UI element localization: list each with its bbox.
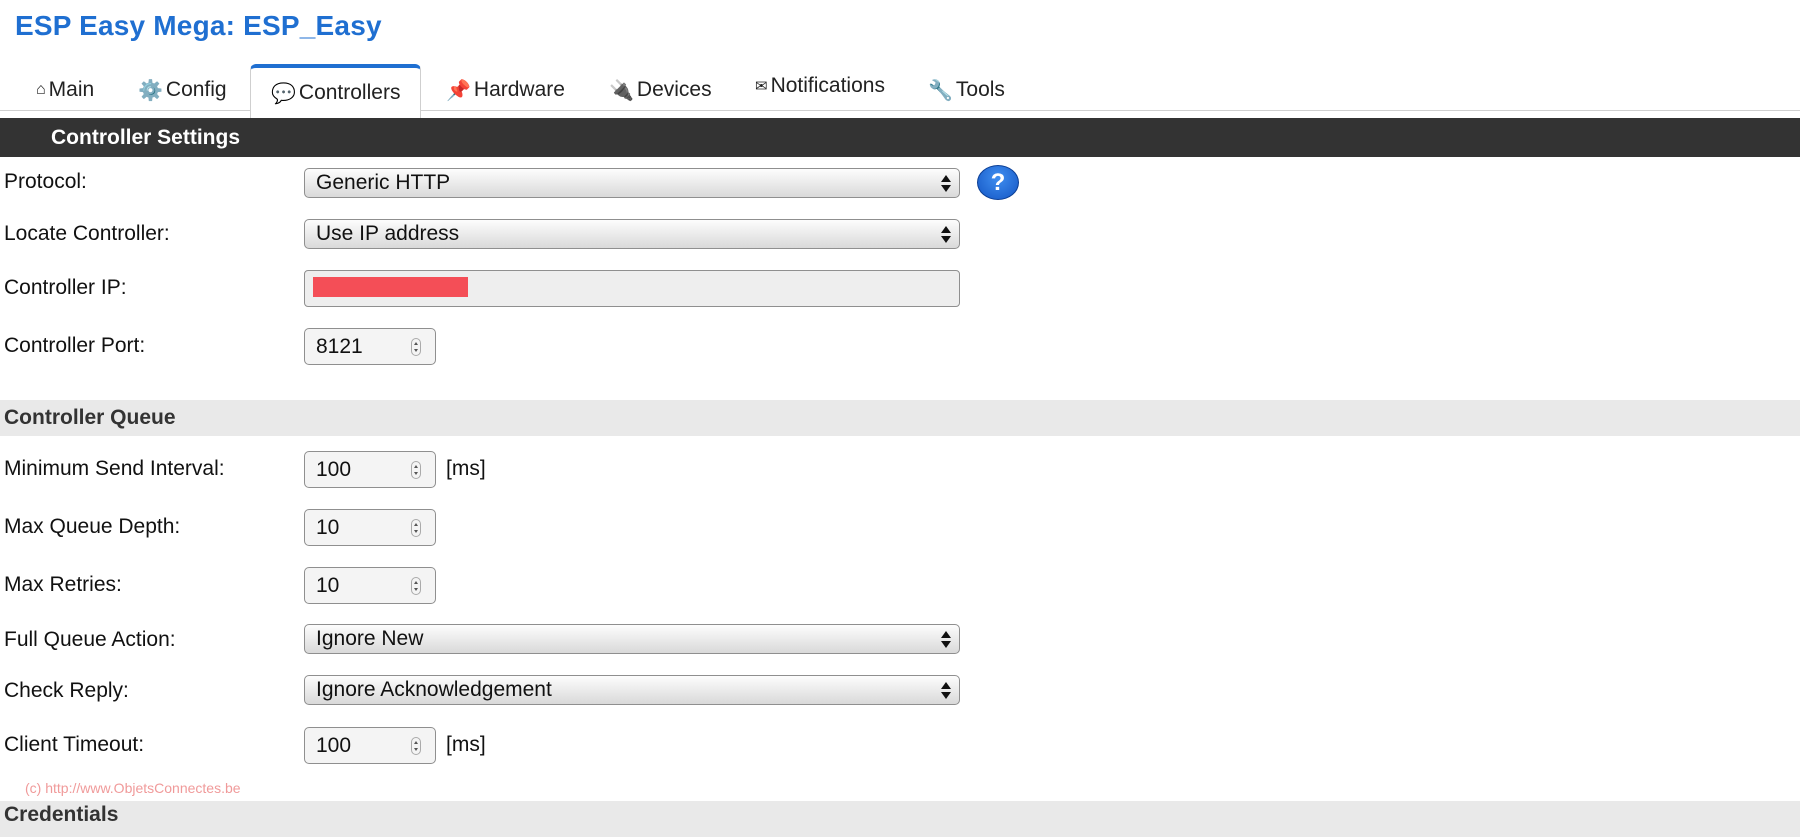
help-button[interactable]: ?	[977, 165, 1019, 200]
watermark: (c) http://www.ObjetsConnectes.be	[25, 780, 241, 796]
client-timeout-input[interactable]: 100	[304, 727, 436, 764]
max-retries-value: 10	[316, 574, 340, 597]
locate-controller-label: Locate Controller:	[4, 222, 170, 245]
tab-hardware[interactable]: 📌 Hardware	[446, 74, 565, 106]
check-reply-label: Check Reply:	[4, 679, 129, 702]
speech-bubble-icon: 💬	[271, 82, 296, 105]
tab-tools[interactable]: 🔧 Tools	[928, 74, 1005, 106]
locate-controller-value: Use IP address	[316, 222, 460, 245]
spinner-icon[interactable]	[411, 338, 421, 356]
protocol-label: Protocol:	[4, 170, 87, 193]
spinner-icon[interactable]	[411, 519, 421, 537]
tab-hardware-label: Hardware	[473, 78, 565, 101]
tab-main[interactable]: ⌂ Main	[36, 74, 94, 106]
tab-notifications[interactable]: ✉ Notifications	[755, 70, 885, 102]
tab-tools-label: Tools	[955, 78, 1005, 101]
plug-icon: 🔌	[609, 79, 634, 102]
max-queue-depth-value: 10	[316, 516, 340, 539]
client-timeout-value: 100	[316, 734, 352, 757]
controller-port-input[interactable]: 8121	[304, 328, 436, 365]
gear-icon: ⚙️	[138, 79, 163, 102]
check-reply-value: Ignore Acknowledgement	[316, 678, 552, 701]
max-retries-input[interactable]: 10	[304, 567, 436, 604]
controller-ip-label: Controller IP:	[4, 276, 127, 299]
main-tab-bar: ⌂ Main ⚙️ Config 💬 Controllers 📌 Hardwar…	[0, 62, 1800, 118]
tab-config-label: Config	[165, 78, 227, 101]
max-queue-depth-label: Max Queue Depth:	[4, 515, 181, 538]
min-send-interval-label: Minimum Send Interval:	[4, 457, 225, 480]
home-icon: ⌂	[36, 81, 46, 98]
redacted-ip-value	[313, 277, 468, 297]
protocol-select[interactable]: Generic HTTP	[304, 168, 960, 198]
select-arrows-icon	[941, 679, 951, 701]
tab-controllers-label: Controllers	[298, 81, 401, 104]
spinner-icon[interactable]	[411, 461, 421, 479]
controller-ip-field[interactable]	[304, 270, 960, 307]
page-title: ESP Easy Mega: ESP_Easy	[15, 10, 382, 41]
select-arrows-icon	[941, 628, 951, 650]
full-queue-action-label: Full Queue Action:	[4, 628, 176, 651]
controller-port-value: 8121	[316, 335, 363, 358]
select-arrows-icon	[941, 172, 951, 194]
protocol-select-value: Generic HTTP	[316, 171, 451, 194]
client-timeout-label: Client Timeout:	[4, 733, 145, 756]
tab-devices[interactable]: 🔌 Devices	[609, 74, 712, 106]
spinner-icon[interactable]	[411, 737, 421, 755]
tab-controllers[interactable]: 💬 Controllers	[250, 64, 422, 118]
locate-controller-select[interactable]: Use IP address	[304, 219, 960, 249]
envelope-icon: ✉	[755, 78, 768, 95]
full-queue-action-select[interactable]: Ignore New	[304, 624, 960, 654]
tab-config[interactable]: ⚙️ Config	[138, 74, 227, 106]
check-reply-select[interactable]: Ignore Acknowledgement	[304, 675, 960, 705]
min-send-interval-unit: [ms]	[446, 457, 486, 480]
tab-main-label: Main	[48, 78, 95, 101]
select-arrows-icon	[941, 223, 951, 245]
max-queue-depth-input[interactable]: 10	[304, 509, 436, 546]
full-queue-action-value: Ignore New	[316, 627, 424, 650]
controller-queue-header: Controller Queue	[0, 400, 1800, 436]
tab-devices-label: Devices	[636, 78, 712, 101]
wrench-icon: 🔧	[928, 79, 953, 102]
controller-port-label: Controller Port:	[4, 334, 146, 357]
tab-notifications-label: Notifications	[770, 74, 885, 97]
min-send-interval-value: 100	[316, 458, 352, 481]
max-retries-label: Max Retries:	[4, 573, 122, 596]
pushpin-icon: 📌	[446, 79, 471, 102]
credentials-header: Credentials	[0, 801, 1800, 837]
client-timeout-unit: [ms]	[446, 733, 486, 756]
spinner-icon[interactable]	[411, 577, 421, 595]
controller-settings-header: Controller Settings	[0, 118, 1800, 157]
min-send-interval-input[interactable]: 100	[304, 451, 436, 488]
